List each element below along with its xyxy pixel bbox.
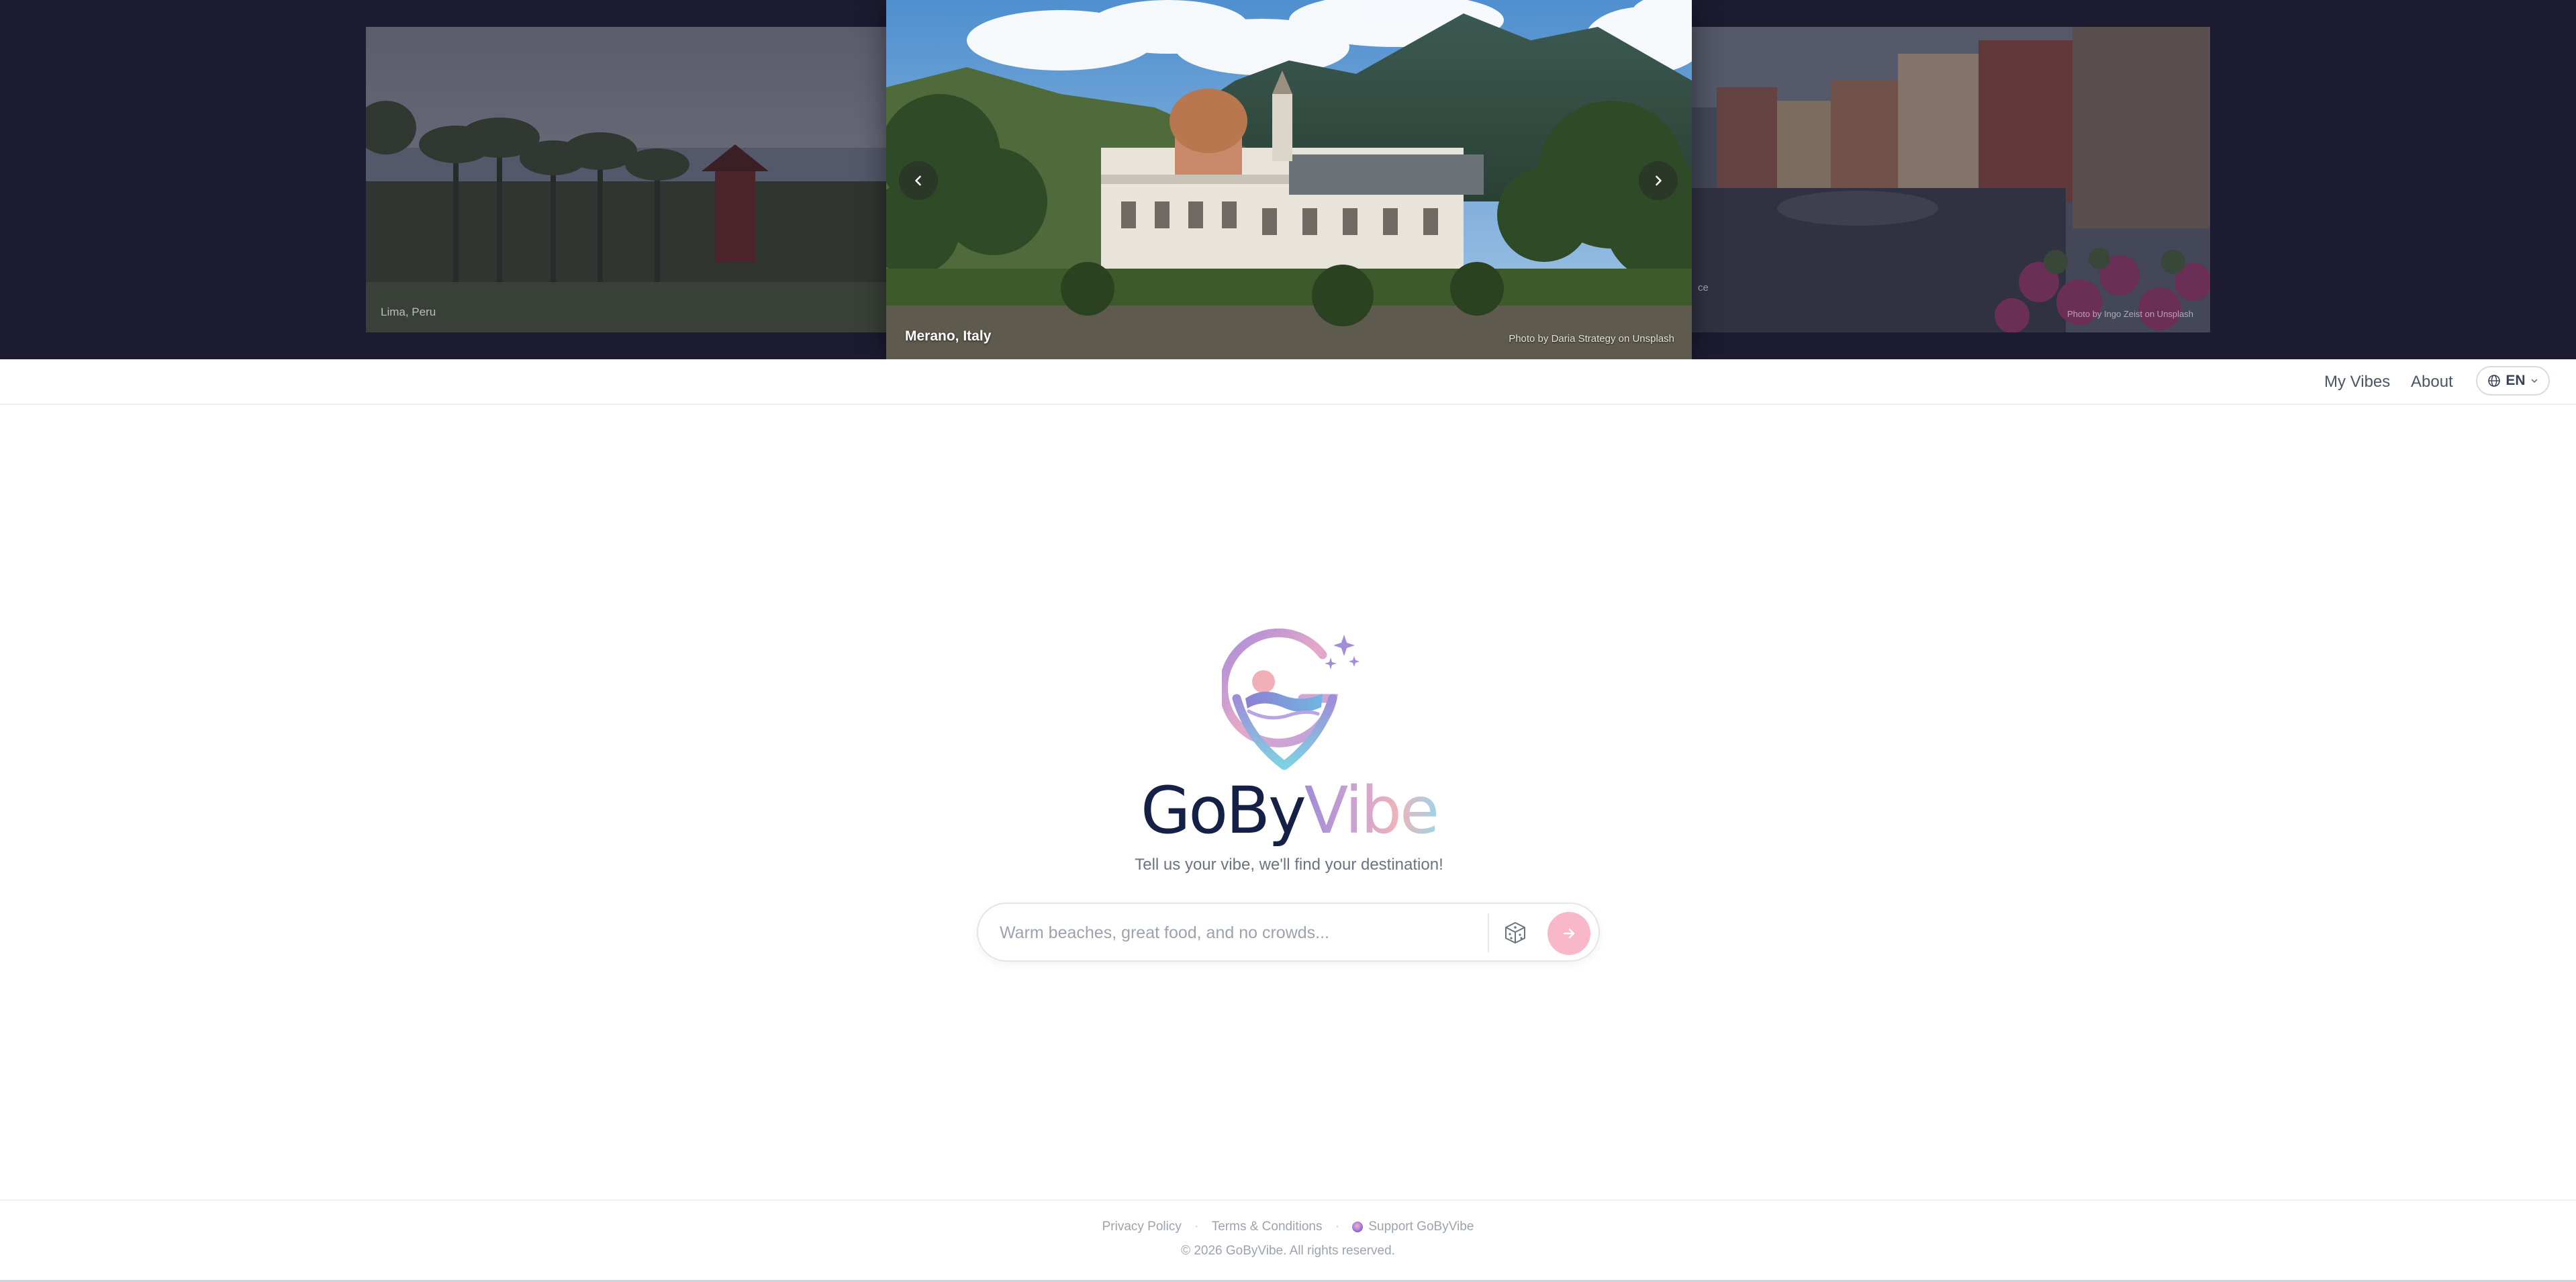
support-link-label: Support GoByVibe (1368, 1220, 1474, 1234)
carousel-next-button[interactable] (1639, 161, 1678, 200)
terms-link[interactable]: Terms & Conditions (1212, 1220, 1323, 1234)
globe-icon (2488, 375, 2501, 387)
tagline: Tell us your vibe, we'll find your desti… (1135, 856, 1443, 874)
gobyvibe-logo-icon (1222, 628, 1359, 770)
canal-town-photo (1690, 27, 2210, 332)
slide-city-label: Merano, Italy (905, 328, 992, 344)
footer: Privacy Policy · Terms & Conditions · Su… (0, 1199, 2576, 1282)
random-vibe-button[interactable] (1496, 915, 1534, 950)
merano-photo (886, 0, 1692, 359)
copyright: © 2026 GoByVibe. All rights reserved. (1181, 1244, 1395, 1258)
privacy-policy-link[interactable]: Privacy Policy (1102, 1220, 1182, 1234)
submit-vibe-button[interactable] (1547, 912, 1590, 955)
vibe-search-box (977, 903, 1600, 962)
footer-links: Privacy Policy · Terms & Conditions · Su… (0, 1220, 2576, 1234)
support-logo-icon (1352, 1222, 1364, 1232)
slide-lima[interactable]: Lima, Peru (366, 27, 886, 332)
chevron-right-icon (1656, 175, 1662, 186)
top-nav: My Vibes About EN (0, 359, 2576, 405)
photo-credit: Photo by Ingo Zeist on Unsplash (2067, 309, 2193, 319)
chevron-left-icon (915, 175, 921, 186)
vibe-search-input[interactable] (1000, 917, 1470, 948)
chevron-down-icon (2531, 379, 2537, 383)
app-root: Lima, Peru ce Photo by Ingo Zeist on Uns… (0, 0, 2576, 1282)
language-code: EN (2506, 373, 2526, 388)
arrow-right-icon (1563, 928, 1575, 939)
carousel-prev-button[interactable] (899, 161, 938, 200)
slide-merano-active[interactable]: Merano, Italy Photo by Daria Strategy on… (886, 0, 1692, 359)
photo-credit[interactable]: Photo by Daria Strategy on Unsplash (1509, 333, 1674, 345)
search-divider (1488, 913, 1489, 952)
lima-photo (366, 27, 886, 332)
nav-my-vibes-link[interactable]: My Vibes (2324, 373, 2390, 392)
support-link[interactable]: Support GoByVibe (1352, 1220, 1474, 1234)
footer-separator: · (1335, 1220, 1340, 1234)
slide-right[interactable]: ce Photo by Ingo Zeist on Unsplash (1690, 27, 2210, 332)
nav-about-link[interactable]: About (2411, 373, 2453, 392)
dice-icon (1505, 922, 1525, 944)
slide-city-label: Lima, Peru (381, 306, 436, 318)
wordmark-vibe: Vibe (1304, 773, 1439, 848)
destination-carousel: Lima, Peru ce Photo by Ingo Zeist on Uns… (0, 0, 2576, 359)
language-selector[interactable]: EN (2476, 366, 2550, 396)
footer-separator: · (1194, 1220, 1199, 1234)
slide-city-partial: ce (1698, 282, 1709, 293)
gobyvibe-wordmark: GoByVibe (1074, 774, 1504, 848)
wordmark-goby: GoBy (1140, 773, 1306, 848)
